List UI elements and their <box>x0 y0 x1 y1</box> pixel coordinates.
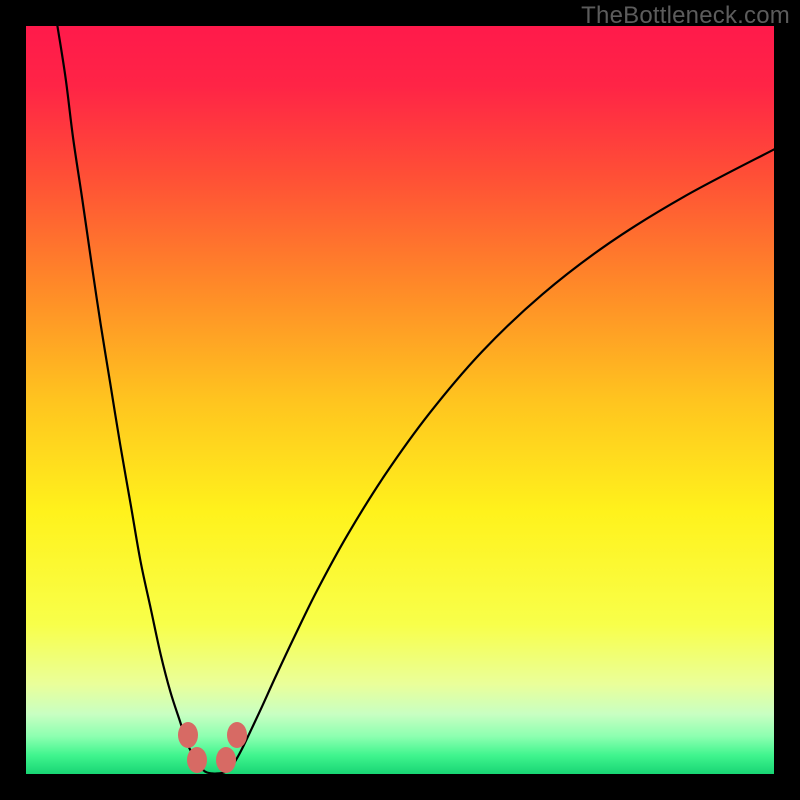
curve-layer <box>26 26 774 774</box>
watermark-label: TheBottleneck.com <box>581 2 790 30</box>
marker-dot <box>227 722 247 748</box>
curve-left-branch <box>57 26 214 774</box>
marker-dot <box>178 722 198 748</box>
marker-dot <box>187 747 207 773</box>
curve-right-branch <box>215 149 775 773</box>
chart-stage: TheBottleneck.com <box>0 0 800 800</box>
plot-area <box>26 26 774 774</box>
